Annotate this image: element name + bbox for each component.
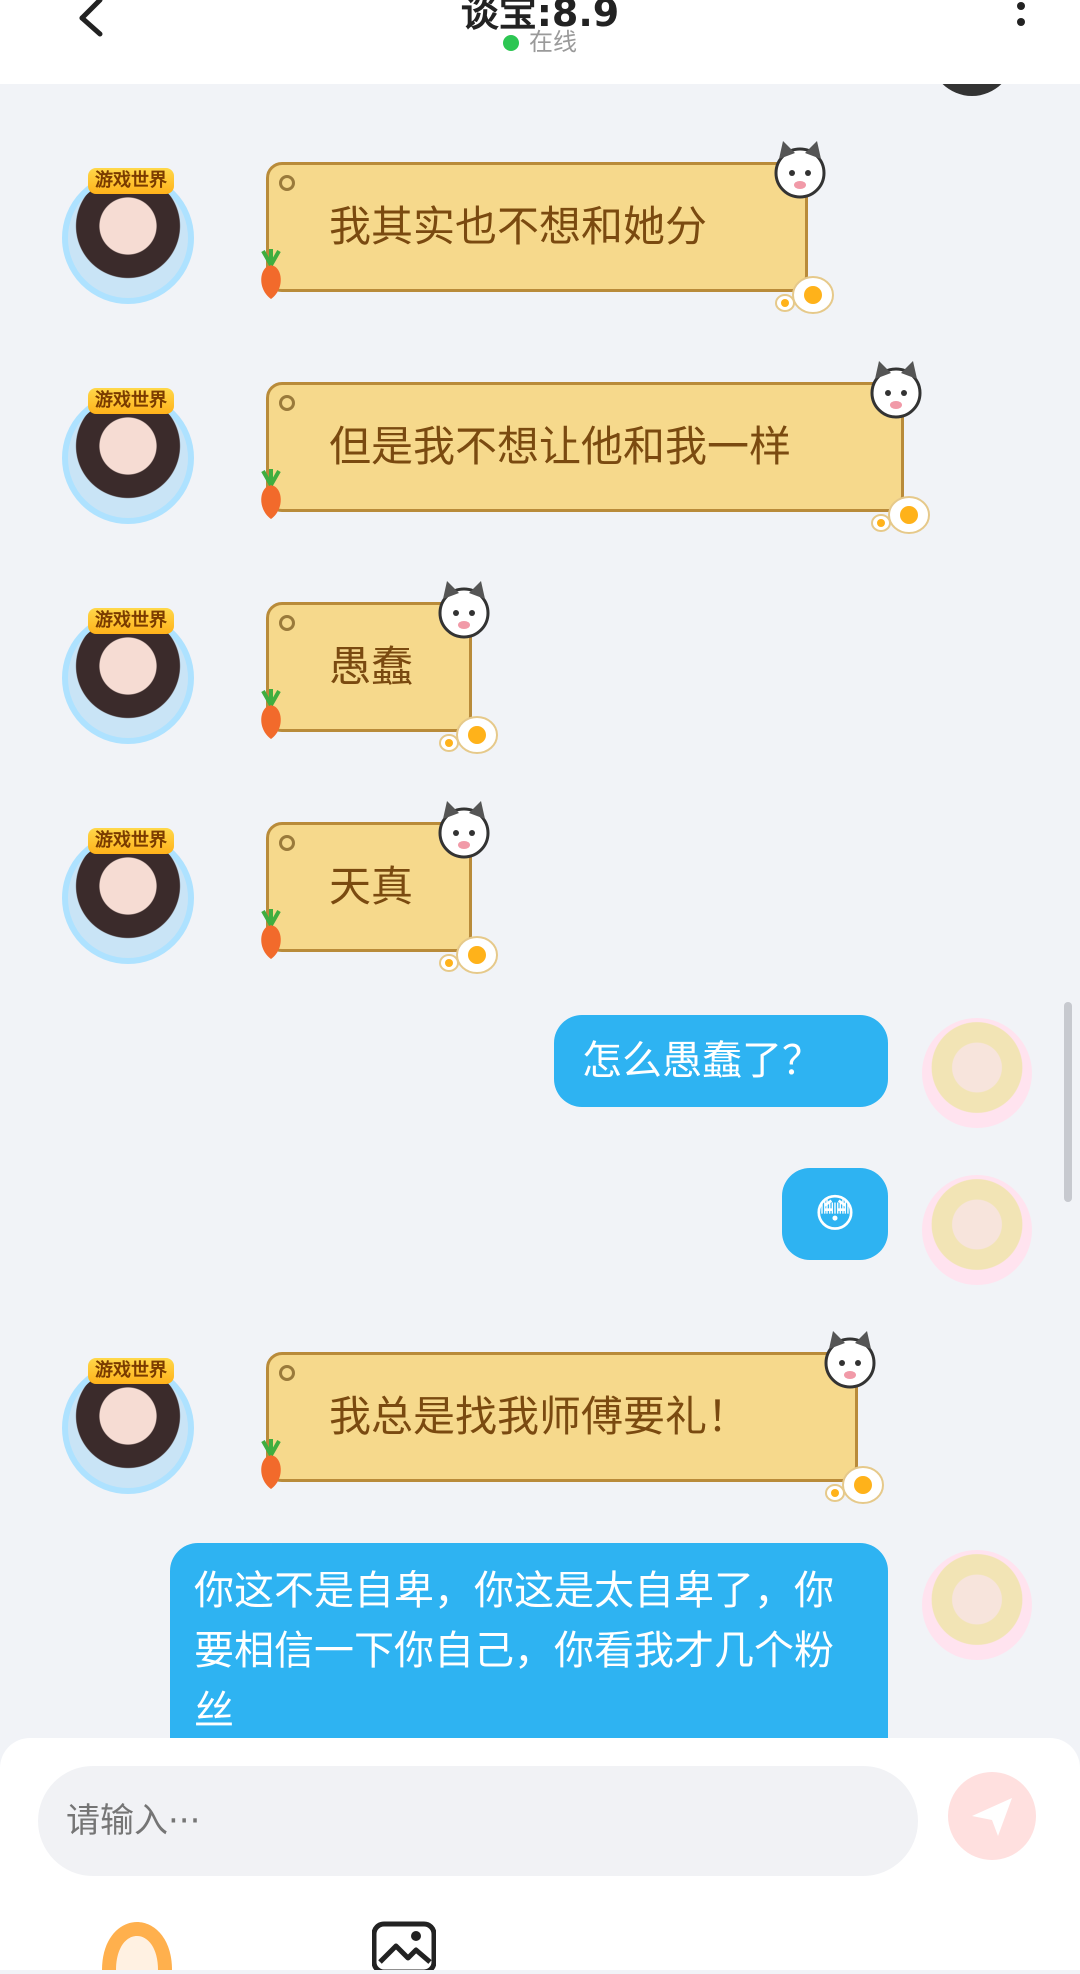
more-button[interactable] <box>1006 0 1036 40</box>
image-icon <box>371 1921 437 1974</box>
online-status: 在线 <box>0 22 1080 57</box>
avatar[interactable]: 游戏世界 <box>62 1358 194 1494</box>
send-button[interactable] <box>948 1772 1036 1860</box>
status-text: 在线 <box>529 28 577 56</box>
avatar[interactable]: 游戏世界 <box>62 608 194 744</box>
pin-icon <box>279 1365 295 1381</box>
image-button[interactable] <box>371 1918 454 1974</box>
cat-sticker-icon <box>870 361 922 419</box>
send-icon <box>972 1798 1012 1836</box>
cat-sticker-icon <box>438 801 490 859</box>
message-text: 但是我不想让他和我一样 <box>329 422 792 471</box>
avatar-badge: 游戏世界 <box>88 168 174 194</box>
chat-header: 谈宝:8.9 在线 <box>0 0 1080 84</box>
sticker-button[interactable] <box>96 1918 178 1970</box>
carrot-icon <box>261 909 281 959</box>
message-bubble[interactable]: 怎么愚蠢了？ <box>554 1015 888 1107</box>
pin-icon <box>279 175 295 191</box>
cat-sticker-icon <box>824 1331 876 1389</box>
message-bubble[interactable]: 愚蠢 <box>261 581 498 754</box>
message-text: 我其实也不想和她分 <box>329 202 708 251</box>
avatar[interactable] <box>922 1175 1032 1285</box>
message-text: 我总是找我师傅要礼！ <box>329 1392 750 1441</box>
mascot-icon <box>102 1922 172 1970</box>
avatar-badge: 游戏世界 <box>88 608 174 634</box>
avatar[interactable]: 游戏世界 <box>62 388 194 524</box>
avatar-badge: 游戏世界 <box>88 388 174 414</box>
pin-icon <box>279 615 295 631</box>
carrot-icon <box>261 249 281 299</box>
message-bubble[interactable]: 😳 <box>782 1168 888 1260</box>
pin-icon <box>279 395 295 411</box>
carrot-icon <box>261 1439 281 1489</box>
carrot-icon <box>261 469 281 519</box>
message-bubble[interactable]: 我总是找我师傅要礼！ <box>261 1331 884 1504</box>
egg-sticker-icon <box>439 716 498 754</box>
message-text: 怎么愚蠢了？ <box>582 1038 822 1084</box>
input-bar <box>0 1738 1080 1974</box>
avatar-badge: 游戏世界 <box>88 828 174 854</box>
message-text: 愚蠢 <box>329 642 414 691</box>
egg-sticker-icon <box>825 1466 884 1504</box>
pin-icon <box>279 835 295 851</box>
avatar[interactable] <box>922 1018 1032 1128</box>
message-text: 😳 <box>814 1191 856 1237</box>
message-text: 你这不是自卑，你这是太自卑了，你要相信一下你自己，你看我才几个粉丝 <box>194 1568 834 1734</box>
avatar[interactable] <box>922 1550 1032 1660</box>
online-dot-icon <box>503 35 519 51</box>
egg-sticker-icon <box>775 276 834 314</box>
carrot-icon <box>261 689 281 739</box>
cat-sticker-icon <box>438 581 490 639</box>
avatar[interactable]: 游戏世界 <box>62 828 194 964</box>
message-bubble[interactable]: 你这不是自卑，你这是太自卑了，你要相信一下你自己，你看我才几个粉丝 <box>170 1543 888 1743</box>
avatar-badge: 游戏世界 <box>88 1358 174 1384</box>
more-vertical-icon <box>1017 2 1025 26</box>
message-bubble[interactable]: 天真 <box>261 801 498 974</box>
message-bubble[interactable]: 但是我不想让他和我一样 <box>261 361 930 534</box>
egg-sticker-icon <box>871 496 930 534</box>
cat-sticker-icon <box>774 141 826 199</box>
message-text: 天真 <box>329 862 414 911</box>
avatar[interactable]: 游戏世界 <box>62 168 194 304</box>
message-bubble[interactable]: 我其实也不想和她分 <box>261 141 834 314</box>
message-input[interactable] <box>38 1766 918 1876</box>
egg-sticker-icon <box>439 936 498 974</box>
scrollbar[interactable] <box>1064 1002 1072 1202</box>
